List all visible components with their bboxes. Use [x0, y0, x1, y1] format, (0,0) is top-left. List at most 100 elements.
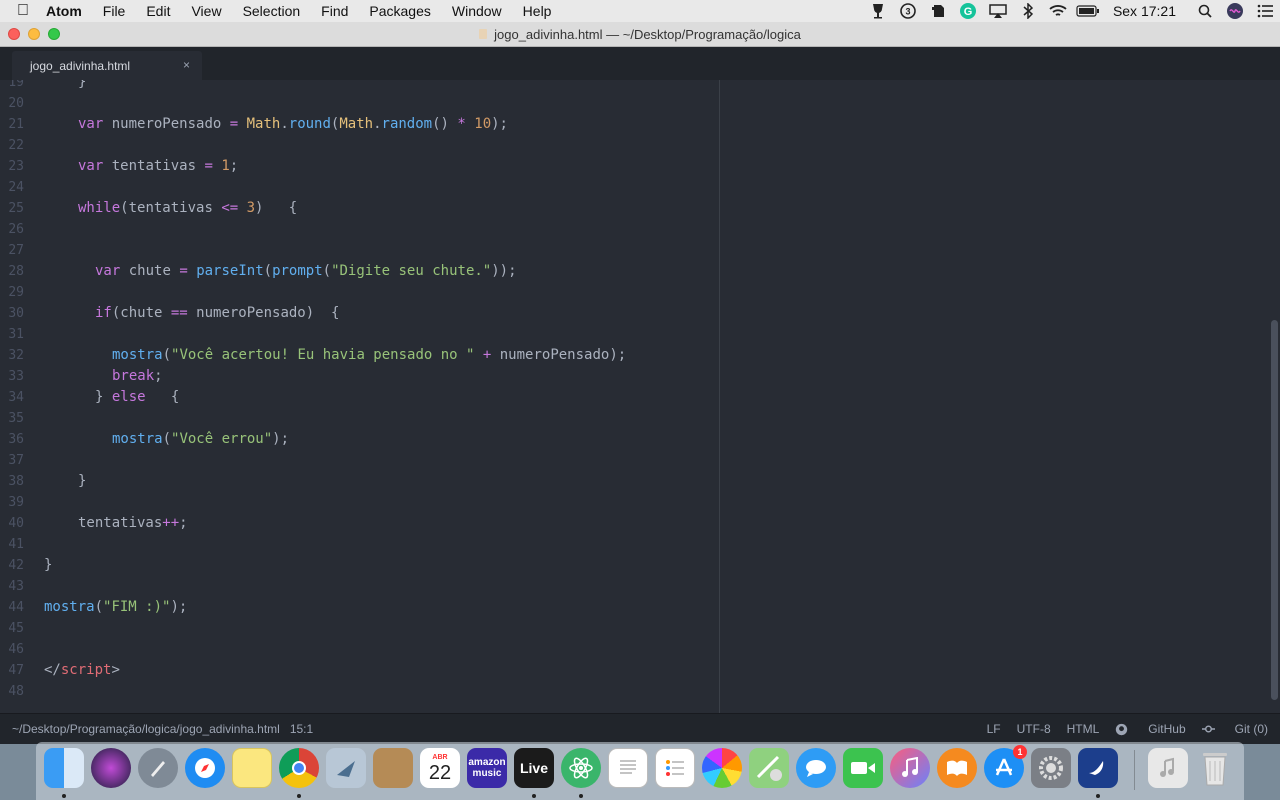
launchpad-rocket-icon[interactable] [138, 748, 178, 788]
apple-menu-icon[interactable]:  [0, 2, 46, 20]
status-grammar[interactable]: HTML [1067, 722, 1100, 736]
calendar-month: ABR [432, 753, 448, 761]
system-preferences-gear-icon[interactable] [1031, 748, 1071, 788]
title-bar[interactable]: jogo_adivinha.html — ~/Desktop/Programaç… [0, 22, 1280, 47]
line-number: 30 [8, 306, 24, 321]
contacts-book-icon[interactable] [373, 748, 413, 788]
notification-center-icon[interactable] [1253, 3, 1277, 19]
atom-app-icon[interactable] [561, 748, 601, 788]
line-number: 38 [8, 474, 24, 489]
menu-window[interactable]: Window [452, 3, 502, 19]
menu-clock[interactable]: Sex 17:21 [1113, 3, 1176, 19]
vertical-scrollbar[interactable] [1271, 320, 1278, 700]
facetime-icon[interactable] [843, 748, 883, 788]
code-line-36: mostra("Você errou"); [112, 431, 290, 447]
status-github[interactable]: GitHub [1115, 722, 1186, 736]
itunes-music-icon[interactable] [890, 748, 930, 788]
code-line-44: mostra("FIM :)"); [44, 599, 188, 615]
finder-icon[interactable] [44, 748, 84, 788]
tab-bar: jogo_adivinha.html × [0, 47, 1280, 81]
ibooks-icon[interactable] [937, 748, 977, 788]
line-number: 45 [8, 621, 24, 636]
window-zoom-button[interactable] [48, 28, 60, 40]
photos-icon[interactable] [702, 748, 742, 788]
amazon-music-icon[interactable]: amazon music [467, 748, 507, 788]
siri-icon[interactable] [1223, 3, 1247, 19]
code-line-34: } else { [95, 389, 180, 405]
window-minimize-button[interactable] [28, 28, 40, 40]
line-number: 41 [8, 537, 24, 552]
line-number: 31 [8, 327, 24, 342]
running-indicator [62, 794, 66, 798]
dock-separator [1134, 750, 1135, 790]
code-line-40: tentativas++; [78, 515, 188, 531]
safari-compass-icon[interactable] [185, 748, 225, 788]
wine-glass-icon[interactable] [866, 3, 890, 19]
tab-jogo-adivinha[interactable]: jogo_adivinha.html × [12, 51, 202, 80]
airplay-icon[interactable] [986, 3, 1010, 19]
trash-icon[interactable] [1195, 748, 1235, 788]
menu-file[interactable]: File [103, 3, 126, 19]
code-line-23: var tentativas = 1; [78, 158, 239, 174]
notes-icon[interactable] [232, 748, 272, 788]
textedit-icon[interactable] [608, 748, 648, 788]
status-line-ending[interactable]: LF [987, 722, 1001, 736]
spotlight-search-icon[interactable] [1193, 3, 1217, 19]
wifi-icon[interactable] [1046, 3, 1070, 19]
line-number: 26 [8, 222, 24, 237]
music-file-icon[interactable] [1148, 748, 1188, 788]
status-cursor-position[interactable]: 15:1 [290, 722, 313, 736]
siri-dock-icon[interactable] [91, 748, 131, 788]
mail-stamp-icon[interactable] [326, 748, 366, 788]
line-number: 21 [8, 117, 24, 132]
menu-edit[interactable]: Edit [146, 3, 170, 19]
wrap-guide [719, 80, 720, 713]
line-number: 36 [8, 432, 24, 447]
line-number: 28 [8, 264, 24, 279]
calendar-icon[interactable]: ABR 22 [420, 748, 460, 788]
line-number: 29 [8, 285, 24, 300]
window-title: jogo_adivinha.html — ~/Desktop/Programaç… [494, 26, 801, 42]
app-store-badge: 1 [1013, 745, 1027, 759]
status-git[interactable]: Git (0) [1201, 722, 1268, 736]
bluetooth-icon[interactable] [1016, 3, 1040, 19]
status-encoding[interactable]: UTF-8 [1017, 722, 1051, 736]
running-indicator [297, 794, 301, 798]
circle-badge-icon[interactable]: 3 [896, 3, 920, 19]
line-number: 37 [8, 453, 24, 468]
line-number: 19 [8, 80, 24, 90]
menu-view[interactable]: View [191, 3, 221, 19]
line-number: 42 [8, 558, 24, 573]
menu-find[interactable]: Find [321, 3, 348, 19]
grammarly-icon[interactable]: G [956, 3, 980, 19]
menu-app-name[interactable]: Atom [46, 3, 82, 19]
line-number: 27 [8, 243, 24, 258]
tab-close-icon[interactable]: × [183, 58, 190, 72]
window-close-button[interactable] [8, 28, 20, 40]
app-store-icon[interactable]: 1 [984, 745, 1027, 788]
document-icon [479, 29, 488, 39]
status-file-path[interactable]: ~/Desktop/Programação/logica/jogo_adivin… [12, 722, 280, 736]
messages-bubble-icon[interactable] [796, 748, 836, 788]
reminders-icon[interactable] [655, 748, 695, 788]
code-editor[interactable]: 19 20 21 22 23 24 25 26 27 28 29 30 31 32 33 34 35 36 37 38… [0, 80, 1280, 713]
line-number: 46 [8, 642, 24, 657]
evernote-icon[interactable] [926, 3, 950, 19]
pidgin-bird-icon[interactable] [1078, 748, 1118, 788]
line-number: 22 [8, 138, 24, 153]
code-line-42: } [44, 557, 53, 573]
svg-text:3: 3 [905, 7, 910, 17]
menu-packages[interactable]: Packages [369, 3, 430, 19]
line-number: 20 [8, 96, 24, 111]
battery-icon[interactable] [1076, 3, 1100, 19]
code-line-30: if(chute == numeroPensado) { [95, 305, 340, 321]
ableton-live-icon[interactable]: Live [514, 748, 554, 788]
line-number: 34 [8, 390, 24, 405]
status-bar: ~/Desktop/Programação/logica/jogo_adivin… [0, 713, 1280, 744]
line-number: 35 [8, 411, 24, 426]
menu-help[interactable]: Help [523, 3, 552, 19]
github-label: GitHub [1148, 722, 1186, 736]
maps-icon[interactable] [749, 748, 789, 788]
chrome-icon[interactable] [279, 748, 319, 788]
menu-selection[interactable]: Selection [243, 3, 301, 19]
